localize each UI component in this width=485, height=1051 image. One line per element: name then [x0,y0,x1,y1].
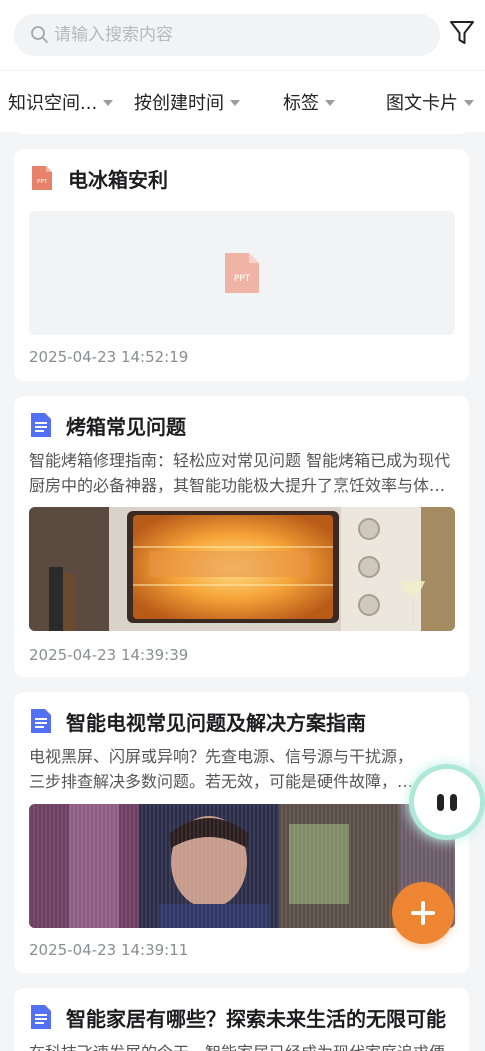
ppt-preview: PPT [29,211,455,335]
ppt-icon-label: PPT [37,179,48,185]
oven-photo [29,507,455,631]
tv-screen-graphic [29,804,455,928]
search-bar[interactable] [14,14,440,56]
card-timestamp: 2025-04-23 14:39:39 [29,646,189,664]
caret-down-icon [464,99,474,106]
content-card[interactable]: 智能家居有哪些？探索未来生活的无限可能 在科技飞速发展的今天，智能家居已经成为现… [14,988,469,1051]
plus-icon [411,901,435,925]
filter-label: 图文卡片 [386,93,458,114]
card-header: 智能电视常见问题及解决方案指南 [30,706,366,736]
assistant-eye-icon [450,793,457,811]
card-header: 智能家居有哪些？探索未来生活的无限可能 [30,1002,446,1032]
document-icon [31,709,51,733]
card-partial-previous [14,118,469,134]
filter-funnel-icon[interactable] [449,19,475,47]
caret-down-icon [103,99,114,106]
ai-assistant-button[interactable] [414,769,480,835]
card-title: 智能电视常见问题及解决方案指南 [66,710,366,735]
card-timestamp: 2025-04-23 14:52:19 [29,348,189,366]
assistant-eye-icon [437,793,444,811]
ppt-file-icon: PPT [32,166,52,190]
oven-photo-graphic [29,507,455,631]
add-button[interactable] [392,882,454,944]
card-description: 在科技飞速发展的今天，智能家居已经成为现代家庭追求便捷与舒适的重要选择。 [29,1040,455,1051]
content-card[interactable]: PPT 电冰箱安利 PPT 2025-04-23 14:52:19 [14,149,469,381]
card-header: 烤箱常见问题 [30,410,186,440]
search-input[interactable] [54,14,424,56]
card-title: 智能家居有哪些？探索未来生活的无限可能 [66,1006,446,1031]
document-icon [31,1005,51,1029]
filter-label: 知识空间... [8,93,98,114]
top-bar [0,0,485,70]
caret-down-icon [325,99,335,106]
document-icon [31,413,51,437]
filter-label: 按创建时间 [134,93,224,114]
ppt-placeholder-icon: PPT [225,253,259,293]
card-description: 电视黑屏、闪屏或异响？先查电源、信号源与干扰源，三步排查解决多数问题。若无效，可… [29,747,414,791]
tv-screen-photo [29,804,455,928]
caret-down-icon [230,99,240,106]
content-card[interactable]: 烤箱常见问题 智能烤箱修理指南：轻松应对常见问题 智能烤箱已成为现代厨房中的必备… [14,396,469,677]
ppt-placeholder-label: PPT [234,274,251,284]
search-icon [31,26,48,43]
card-timestamp: 2025-04-23 14:39:11 [29,941,189,959]
card-description: 智能烤箱修理指南：轻松应对常见问题 智能烤箱已成为现代厨房中的必备神器，其智能功… [29,451,451,495]
card-title: 电冰箱安利 [68,167,168,192]
card-header: PPT 电冰箱安利 [30,163,168,193]
card-title: 烤箱常见问题 [66,414,186,439]
filter-label: 标签 [283,93,319,114]
